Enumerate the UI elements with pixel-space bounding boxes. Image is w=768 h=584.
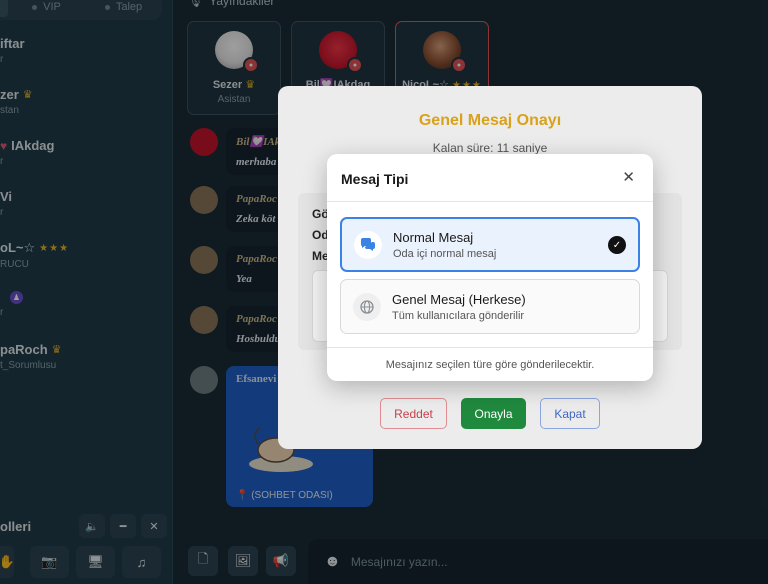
countdown-text: Kalan süre: 11 saniye <box>432 141 548 155</box>
modal-footer-note: Mesajınız seçilen türe göre gönderilecek… <box>327 347 653 381</box>
modal-header: Mesaj Tipi ✕ <box>327 154 653 202</box>
reject-button[interactable]: Reddet <box>380 398 447 429</box>
option-title: Normal Mesaj <box>393 229 474 245</box>
option-title: Genel Mesaj (Herkese) <box>392 291 526 307</box>
option-subtitle: Oda içi normal mesaj <box>393 247 497 260</box>
option-subtitle: Tüm kullanıcılara gönderilir <box>392 309 525 322</box>
message-type-modal: Mesaj Tipi ✕ Normal Mesaj Oda içi normal… <box>327 154 653 381</box>
globe-icon <box>353 292 381 321</box>
approval-actions: Reddet Onayla Kapat <box>278 398 702 429</box>
option-normal-message[interactable]: Normal Mesaj Oda içi normal mesaj ✓ <box>340 217 640 272</box>
modal-title: Mesaj Tipi <box>341 171 409 187</box>
approval-dialog-title: Genel Mesaj Onayı <box>418 112 562 129</box>
check-icon: ✓ <box>608 236 626 254</box>
option-global-message[interactable]: Genel Mesaj (Herkese) Tüm kullanıcılara … <box>340 279 640 334</box>
close-dialog-button[interactable]: Kapat <box>540 398 600 429</box>
close-icon[interactable]: ✕ <box>622 168 635 186</box>
chat-bubbles-icon <box>354 230 382 259</box>
approve-button[interactable]: Onayla <box>461 398 526 429</box>
